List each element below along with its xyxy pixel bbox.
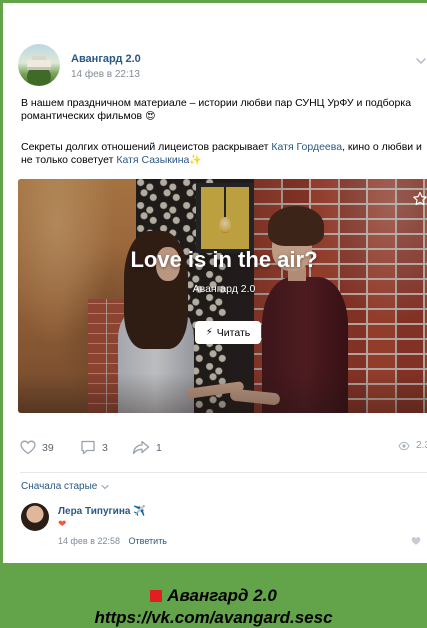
bolt-icon: ⚡ <box>205 327 213 338</box>
avatar-building <box>27 60 51 70</box>
article-title: Love is in the air? <box>130 247 318 272</box>
post-time[interactable]: 14 фев в 22:13 <box>71 69 140 80</box>
heart-icon <box>20 440 36 455</box>
article-cover[interactable]: Love is in the air? Авангард 2.0 ⚡ Читат… <box>18 179 427 413</box>
emoji: 😍 <box>145 111 156 122</box>
footer-caption: Авангард 2.0 https://vk.com/avangard.ses… <box>0 585 427 628</box>
comment-author-emoji: ✈️ <box>133 506 146 517</box>
eye-icon <box>398 441 410 450</box>
comment-author-name-text: Лера Типугина <box>58 506 131 517</box>
read-article-label: Читать <box>216 326 251 339</box>
post-header: Авангард 2.0 14 фев в 22:13 <box>18 44 427 88</box>
post-card: Авангард 2.0 14 фев в 22:13 В нашем праз… <box>3 3 427 563</box>
cover-shade <box>18 179 427 413</box>
post-paragraph-1: В нашем праздничном материале – истории … <box>21 97 427 123</box>
author-avatar[interactable] <box>18 44 60 86</box>
share-icon <box>132 440 150 455</box>
comment-author-name[interactable]: Лера Типугина ✈️ <box>58 506 146 517</box>
share-count: 1 <box>156 441 162 454</box>
chevron-down-icon[interactable] <box>415 56 427 66</box>
star-icon[interactable] <box>412 191 427 207</box>
emoji: ✨ <box>189 155 202 166</box>
comments-sort-label: Сначала старые <box>21 481 98 492</box>
comment-reply-link[interactable]: Ответить <box>129 536 167 546</box>
comment-icon <box>81 440 95 455</box>
views-count: 2.3K <box>416 440 427 451</box>
article-source: Авангард 2.0 <box>192 283 256 295</box>
chevron-down-icon <box>101 484 109 489</box>
like-count: 39 <box>42 441 54 454</box>
like-button[interactable]: 39 <box>20 440 54 455</box>
reaction-divider <box>20 472 427 473</box>
comment-button[interactable]: 3 <box>80 440 108 455</box>
comment-text: ❤ <box>58 519 67 530</box>
comment-time[interactable]: 14 фев в 22:58 <box>58 536 120 546</box>
footer-title: Авангард 2.0 <box>0 585 427 607</box>
author-name[interactable]: Авангард 2.0 <box>71 53 141 65</box>
footer-title-text: Авангард 2.0 <box>167 586 277 605</box>
footer-url[interactable]: https://vk.com/avangard.sesc <box>0 607 427 628</box>
text-segment: Секреты долгих отношений лицеистов раскр… <box>21 141 272 153</box>
comments-sort-toggle[interactable]: Сначала старые <box>21 481 109 492</box>
reaction-bar: 39 3 1 2.3K <box>20 440 427 460</box>
mention-link[interactable]: Катя Гордеева <box>271 141 342 153</box>
heart-icon[interactable] <box>411 536 421 546</box>
share-button[interactable]: 1 <box>132 440 162 455</box>
comment-meta: 14 фев в 22:58 Ответить <box>58 536 167 546</box>
mention-link[interactable]: Катя Сазыкина <box>116 154 189 166</box>
red-square-icon <box>150 590 163 602</box>
post-paragraph-2: Секреты долгих отношений лицеистов раскр… <box>21 141 427 167</box>
comment-count: 3 <box>102 441 108 454</box>
read-article-button[interactable]: ⚡ Читать <box>195 321 261 344</box>
views-counter: 2.3K <box>398 440 427 451</box>
comment-author-avatar[interactable] <box>21 503 49 531</box>
text-segment: В нашем праздничном материале – истории … <box>21 97 412 122</box>
